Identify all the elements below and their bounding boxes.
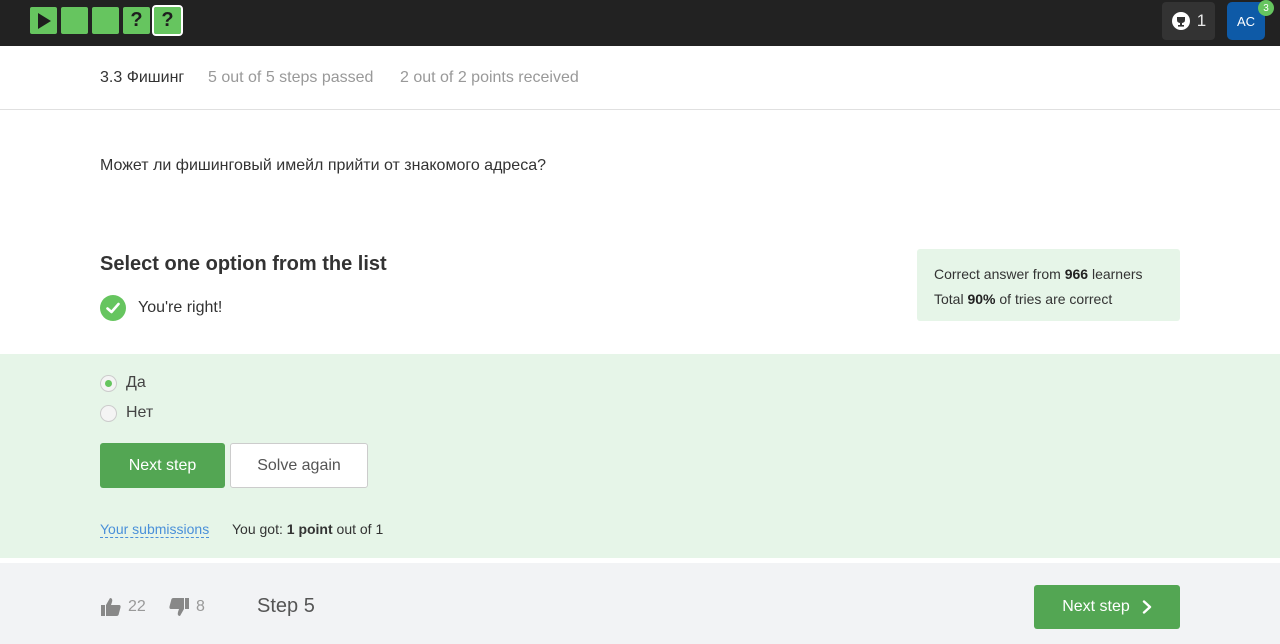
lesson-title[interactable]: 3.3 Фишинг — [100, 69, 184, 87]
top-bar: ? ? 1 AC 3 — [0, 0, 1280, 46]
step-tile-1[interactable] — [30, 7, 57, 34]
radio-unselected[interactable] — [100, 404, 117, 422]
lesson-header: 3.3 Фишинг 5 out of 5 steps passed 2 out… — [0, 46, 1280, 110]
feedback-text: You're right! — [138, 299, 223, 316]
dislikes-count: 8 — [196, 598, 205, 615]
percent-correct: 90% — [967, 291, 996, 307]
notification-badge: 3 — [1258, 0, 1274, 16]
option-label: Нет — [126, 404, 154, 421]
solve-again-button[interactable]: Solve again — [230, 443, 368, 488]
trophy-icon — [1171, 12, 1190, 30]
question-text: Может ли фишинговый имейл прийти от знак… — [100, 157, 546, 174]
option-net[interactable]: Нет — [100, 404, 153, 422]
stats-percent-line: Total 90% of tries are correct — [934, 291, 1113, 307]
likes-count: 22 — [128, 598, 146, 615]
dislike-button[interactable]: 8 — [168, 597, 205, 617]
step-footer: 22 8 Step 5 Next step — [0, 563, 1280, 644]
learners-count: 966 — [1064, 266, 1089, 282]
radio-selected[interactable] — [100, 374, 117, 392]
lesson-points-progress: 2 out of 2 points received — [400, 69, 579, 86]
like-button[interactable]: 22 — [100, 597, 146, 617]
option-label: Да — [126, 374, 146, 391]
answer-area: Да Нет Next step Solve again Your submis… — [0, 354, 1280, 558]
thumbs-up-icon — [101, 598, 121, 616]
result-text: You got: 1 point out of 1 — [232, 521, 384, 537]
step-tile-3[interactable] — [92, 7, 119, 34]
step-label: Step 5 — [257, 595, 315, 617]
question-mark-icon: ? — [130, 9, 143, 31]
next-step-button[interactable]: Next step — [100, 443, 225, 488]
stats-box: Correct answer from 966 learners Total 9… — [917, 249, 1180, 321]
option-da[interactable]: Да — [100, 374, 146, 392]
step-navigation: ? ? — [30, 5, 183, 36]
lesson-steps-progress: 5 out of 5 steps passed — [208, 69, 374, 86]
your-submissions-link[interactable]: Your submissions — [100, 521, 210, 538]
thumbs-down-icon — [169, 598, 189, 616]
step-tile-4[interactable]: ? — [123, 7, 150, 34]
footer-next-step-label: Next step — [1062, 598, 1130, 615]
question-mark-icon: ? — [161, 9, 174, 31]
footer-next-step-button[interactable]: Next step — [1034, 585, 1180, 629]
stats-learners-line: Correct answer from 966 learners — [934, 266, 1143, 282]
step-tile-5-current[interactable]: ? — [152, 5, 183, 36]
chevron-right-icon — [1142, 600, 1151, 614]
achievements-count: 1 — [1196, 11, 1207, 30]
quiz-instruction: Select one option from the list — [100, 253, 387, 275]
feedback-row: You're right! — [100, 295, 222, 321]
step-tile-2[interactable] — [61, 7, 88, 34]
play-icon — [37, 12, 51, 29]
check-icon — [100, 295, 126, 321]
achievements-button[interactable]: 1 — [1162, 2, 1215, 40]
